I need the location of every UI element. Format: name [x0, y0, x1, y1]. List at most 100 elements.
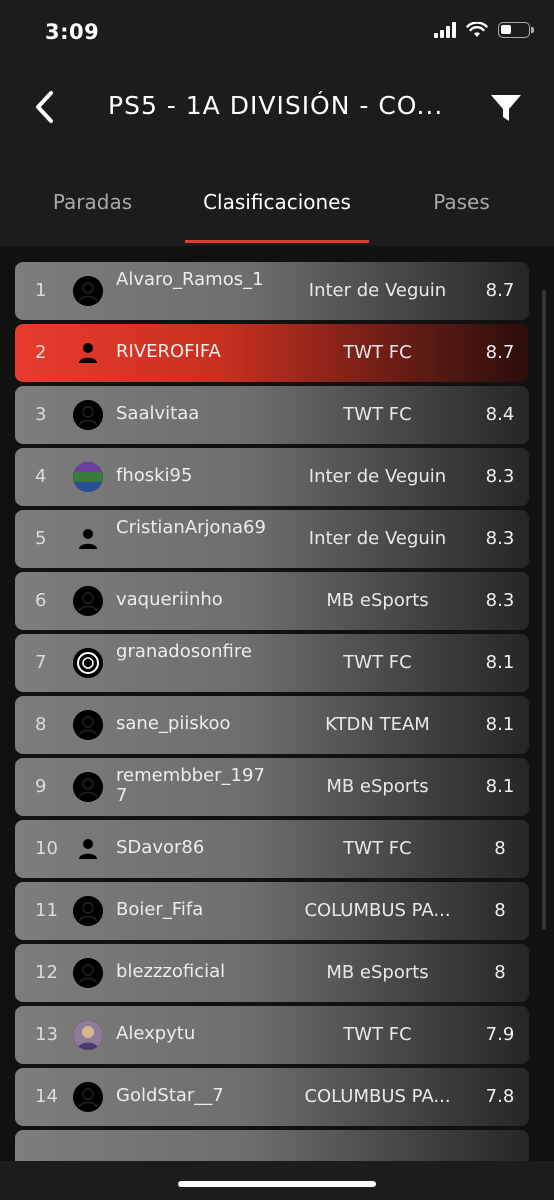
tab-label: Pases	[433, 189, 490, 214]
ranking-row[interactable]: 9 remembber_1977 MB eSports 8.1	[15, 758, 529, 816]
ranking-row[interactable]: 6 vaqueriinho MB eSports 8.3	[15, 572, 529, 630]
ranking-row[interactable]: 4 fhoski95 Inter de Veguin 8.3	[15, 448, 529, 506]
rating-value: 8.1	[485, 776, 515, 797]
nav-bar: PS5 - 1A DIVISIÓN - CO...	[0, 75, 554, 140]
filter-button[interactable]	[488, 90, 524, 126]
ranking-row[interactable]: 13 Alexpytu TWT FC 7.9	[15, 1006, 529, 1064]
rank-number: 5	[35, 528, 47, 549]
player-name: Saalvitaa	[116, 403, 200, 424]
team-name: TWT FC	[343, 342, 412, 363]
back-button[interactable]	[28, 87, 60, 127]
cellular-signal-icon	[434, 22, 456, 38]
rating-value: 7.9	[485, 1024, 515, 1045]
team-name: Inter de Veguin	[308, 466, 447, 487]
team-name: MB eSports	[326, 962, 429, 983]
home-indicator[interactable]	[178, 1181, 376, 1187]
player-name: granadosonfire	[116, 641, 252, 662]
rating-value: 8.7	[485, 342, 515, 363]
player-name: blezzzoficial	[116, 961, 226, 982]
ranking-row[interactable]: 8 sane_piiskoo KTDN TEAM 8.1	[15, 696, 529, 754]
ranking-row[interactable]: 5 CristianArjona69 Inter de Veguin 8.3	[15, 510, 529, 568]
player-name: remembber_1977	[116, 765, 265, 806]
battery-icon	[498, 22, 534, 38]
player-name: CristianArjona69	[116, 517, 266, 538]
player-name: fhoski95	[116, 465, 193, 486]
avatar	[73, 462, 103, 492]
status-time: 3:09	[45, 20, 100, 44]
rank-number: 14	[35, 1086, 58, 1107]
user-silhouette-icon	[73, 338, 103, 368]
ranking-row[interactable]: 10 SDavor86 TWT FC 8	[15, 820, 529, 878]
active-tab-indicator	[185, 240, 369, 243]
rating-value: 8.7	[485, 280, 515, 301]
status-icons	[434, 22, 534, 38]
filter-icon	[491, 95, 521, 121]
ranking-row-highlighted[interactable]: 2 RIVEROFIFA TWT FC 8.7	[15, 324, 529, 382]
team-name: COLUMBUS PA...	[304, 1086, 451, 1107]
player-name: vaqueriinho	[116, 589, 223, 610]
team-name: KTDN TEAM	[325, 714, 430, 735]
chevron-left-icon	[36, 91, 53, 123]
avatar	[73, 896, 103, 926]
player-name: SDavor86	[116, 837, 205, 858]
ranking-row[interactable]: 14 GoldStar__7 COLUMBUS PA... 7.8	[15, 1068, 529, 1126]
rank-number: 2	[35, 342, 47, 363]
rank-number: 9	[35, 776, 47, 797]
rank-number: 13	[35, 1024, 58, 1045]
player-name: sane_piiskoo	[116, 713, 231, 734]
user-silhouette-icon	[73, 834, 103, 864]
scrollbar[interactable]	[542, 290, 546, 930]
avatar	[73, 648, 103, 678]
team-name: TWT FC	[343, 404, 412, 425]
tab-pases[interactable]: Pases	[369, 160, 554, 244]
rating-value: 8	[494, 838, 506, 859]
player-name: Boier_Fifa	[116, 899, 204, 920]
rank-number: 6	[35, 590, 47, 611]
rating-value: 8	[494, 900, 506, 921]
avatar	[73, 958, 103, 988]
avatar	[73, 586, 103, 616]
tab-clasificaciones[interactable]: Clasificaciones	[185, 160, 369, 244]
team-name: TWT FC	[343, 838, 412, 859]
rating-value: 8.3	[485, 528, 515, 549]
ranking-row[interactable]: 11 Boier_Fifa COLUMBUS PA... 8	[15, 882, 529, 940]
rating-value: 8.1	[485, 652, 515, 673]
player-name: Alvaro_Ramos_1	[116, 269, 264, 290]
rating-value: 8.3	[485, 466, 515, 487]
rating-value: 7.8	[485, 1086, 515, 1107]
avatar	[73, 276, 103, 306]
player-name: Alexpytu	[116, 1023, 196, 1044]
avatar	[73, 710, 103, 740]
team-name: TWT FC	[343, 1024, 412, 1045]
ranking-row[interactable]: 12 blezzzoficial MB eSports 8	[15, 944, 529, 1002]
tab-paradas[interactable]: Paradas	[0, 160, 185, 244]
rank-number: 1	[35, 280, 47, 301]
status-bar: 3:09	[0, 0, 554, 70]
rating-value: 8.4	[485, 404, 515, 425]
player-name: RIVEROFIFA	[116, 341, 221, 362]
team-name: Inter de Veguin	[308, 280, 447, 301]
rank-number: 3	[35, 404, 47, 425]
avatar	[73, 1020, 103, 1050]
ranking-list[interactable]: 1 Alvaro_Ramos_1 Inter de Veguin 8.7 2 R…	[0, 246, 554, 1161]
rank-number: 11	[35, 900, 58, 921]
rating-value: 8	[494, 962, 506, 983]
tab-bar: Paradas Clasificaciones Pases	[0, 160, 554, 247]
rank-number: 10	[35, 838, 58, 859]
ranking-row[interactable]: 1 Alvaro_Ramos_1 Inter de Veguin 8.7	[15, 262, 529, 320]
player-name: GoldStar__7	[116, 1085, 224, 1106]
team-name: TWT FC	[343, 652, 412, 673]
ranking-row-partial[interactable]	[15, 1130, 529, 1161]
team-name: Inter de Veguin	[308, 528, 447, 549]
wifi-icon	[466, 22, 488, 37]
team-name: MB eSports	[326, 590, 429, 611]
tab-label: Paradas	[52, 189, 133, 214]
rating-value: 8.1	[485, 714, 515, 735]
user-silhouette-icon	[73, 524, 103, 554]
ranking-row[interactable]: 3 Saalvitaa TWT FC 8.4	[15, 386, 529, 444]
avatar	[73, 772, 103, 802]
ranking-row[interactable]: 7 granadosonfire TWT FC 8.1	[15, 634, 529, 692]
avatar	[73, 400, 103, 430]
rank-number: 12	[35, 962, 58, 983]
rank-number: 8	[35, 714, 47, 735]
